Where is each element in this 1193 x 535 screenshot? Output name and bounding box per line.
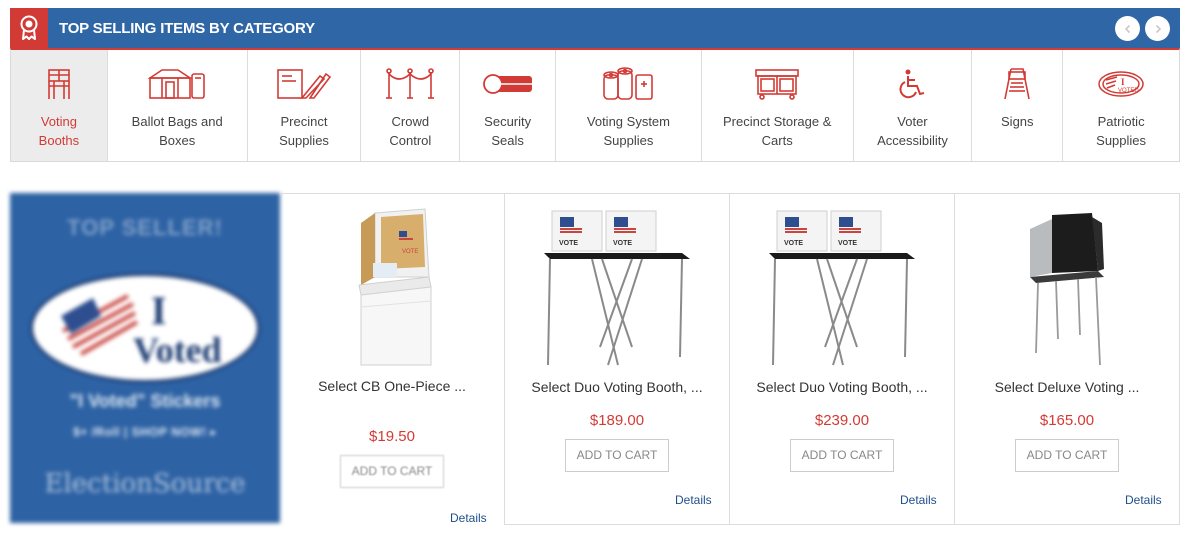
carousel-prev-button[interactable] [1115, 16, 1140, 41]
carousel-next-button[interactable] [1145, 16, 1170, 41]
product-image-duo-booth[interactable]: VOTE VOTE [767, 207, 917, 369]
add-to-cart-button[interactable]: ADD TO CART [789, 439, 895, 472]
category-label: Security Seals [484, 114, 532, 148]
product-name[interactable]: Select Duo Voting Booth, ... [505, 379, 729, 395]
details-link[interactable]: Details [900, 493, 937, 507]
top-selling-header: TOP SELLING ITEMS BY CATEGORY [10, 8, 1180, 48]
details-link[interactable]: Details [450, 511, 487, 525]
details-link[interactable]: Details [1125, 493, 1162, 507]
pen-clipboard-icon [276, 64, 332, 104]
product-card: Select Deluxe Voting ... $165.00 ADD TO … [955, 193, 1179, 507]
chevron-right-icon [1155, 24, 1161, 33]
paper-roll-icon [602, 64, 654, 104]
seal-icon [482, 64, 534, 104]
category-label: Signs [1001, 114, 1034, 129]
product-card: VOTE Select CB One-Piece ... $19.50 ADD … [280, 193, 504, 525]
details-link[interactable]: Details [675, 493, 712, 507]
product-price: $19.50 [369, 428, 415, 445]
svg-text:VOTE: VOTE [559, 240, 578, 247]
i-voted-sticker-image: I Voted [30, 273, 260, 383]
category-voting-booths[interactable]: Voting Booths [11, 50, 108, 161]
add-to-cart-button[interactable]: ADD TO CART [339, 455, 445, 488]
svg-text:Voted: Voted [133, 330, 222, 370]
category-crowd-control[interactable]: Crowd Control [361, 50, 461, 161]
svg-text:VOTED: VOTED [1118, 88, 1139, 94]
add-to-cart-button[interactable]: ADD TO CART [564, 439, 670, 472]
product-name[interactable]: Select Duo Voting Booth, ... [730, 379, 954, 395]
promo-subtitle: "I Voted" Stickers [69, 391, 221, 411]
category-label: Precinct Supplies [279, 114, 329, 148]
category-voter-accessibility[interactable]: Voter Accessibility [854, 50, 973, 161]
product-price: $165.00 [1039, 412, 1095, 429]
section-title: TOP SELLING ITEMS BY CATEGORY [59, 19, 315, 37]
svg-text:VOTE: VOTE [838, 240, 857, 247]
category-ballot-bags-boxes[interactable]: Ballot Bags and Boxes [108, 50, 248, 161]
category-label: Voting Booths [38, 114, 80, 148]
chevron-left-icon [1124, 24, 1130, 33]
award-ribbon-icon [10, 8, 48, 48]
storage-cart-icon [754, 64, 800, 104]
category-label: Crowd Control [389, 114, 432, 148]
product-price: $239.00 [814, 412, 870, 429]
promo-shop-link: $+ /Roll | SHOP NOW! ▸ [73, 425, 217, 439]
category-precinct-supplies[interactable]: Precinct Supplies [248, 50, 362, 161]
category-tabs: Voting Booths Ballot Bags and Boxes Prec… [10, 48, 1180, 162]
vote-sign-icon [1003, 64, 1031, 104]
product-image-duo-booth[interactable]: VOTE VOTE [542, 207, 692, 369]
product-price: $189.00 [589, 412, 645, 429]
ballot-box-icon [148, 64, 206, 104]
i-voted-sticker-icon: I VOTED [1097, 64, 1145, 104]
category-voting-system-supplies[interactable]: Voting System Supplies [556, 50, 702, 161]
wheelchair-icon [898, 64, 926, 104]
product-name[interactable]: Select Deluxe Voting ... [955, 379, 1179, 395]
svg-text:I: I [1121, 77, 1125, 87]
voting-booth-icon [46, 64, 72, 104]
svg-text:I: I [151, 288, 167, 333]
category-signs[interactable]: Signs [972, 50, 1064, 161]
stanchion-icon [385, 64, 435, 104]
category-label: Ballot Bags and Boxes [131, 114, 223, 148]
svg-text:VOTE: VOTE [784, 240, 803, 247]
category-label: Patriotic Supplies [1096, 114, 1147, 148]
add-to-cart-button[interactable]: ADD TO CART [1014, 439, 1120, 472]
category-patriotic-supplies[interactable]: I VOTED Patriotic Supplies [1063, 50, 1179, 161]
svg-text:VOTE: VOTE [613, 240, 632, 247]
promo-top-text: TOP SELLER! [67, 215, 223, 240]
category-label: Voter Accessibility [877, 114, 948, 148]
product-name[interactable]: Select CB One-Piece ... [280, 378, 504, 394]
promo-brand-logo: ElectionSource [44, 469, 246, 499]
category-label: Voting System Supplies [586, 114, 670, 148]
promo-banner-i-voted-stickers[interactable]: TOP SELLER! I Voted "I Voted" Stickers $… [10, 193, 280, 523]
svg-text:VOTE: VOTE [402, 249, 418, 255]
category-label: Precinct Storage & Carts [723, 114, 832, 148]
product-carousel: VOTE Select CB One-Piece ... $19.50 ADD … [280, 193, 1180, 535]
category-precinct-storage-carts[interactable]: Precinct Storage & Carts [702, 50, 854, 161]
product-image-cardboard-booth[interactable]: VOTE [347, 207, 437, 367]
product-card: VOTE VOTE Select Duo Voting Booth, ... $… [505, 193, 729, 507]
product-image-deluxe-booth[interactable] [1022, 207, 1112, 369]
category-security-seals[interactable]: Security Seals [460, 50, 557, 161]
product-card: VOTE VOTE Select Duo Voting Booth, ... $… [730, 193, 954, 507]
